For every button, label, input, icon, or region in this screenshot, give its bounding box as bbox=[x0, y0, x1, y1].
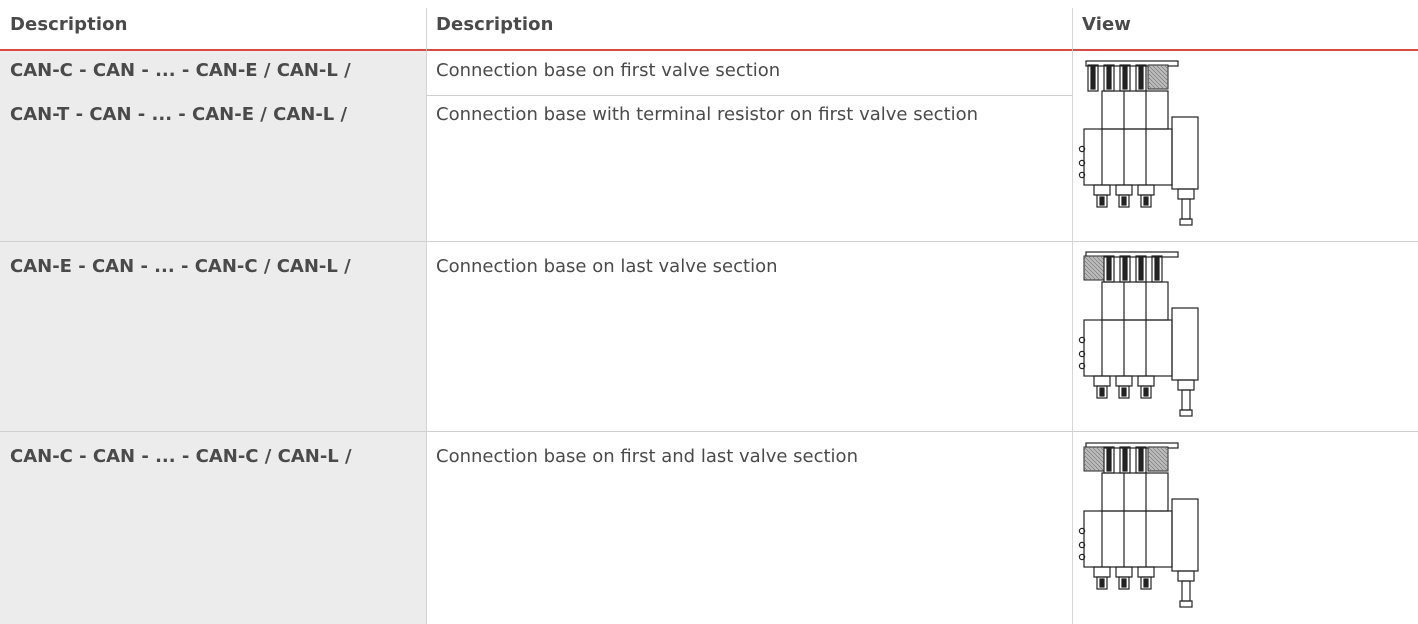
solenoid-cap bbox=[1137, 566, 1155, 578]
solenoid-cap bbox=[1115, 566, 1133, 578]
header-view: View bbox=[1072, 0, 1418, 51]
solenoid-core bbox=[1121, 196, 1127, 206]
header-description-1: Description bbox=[0, 0, 426, 51]
solenoid-cap bbox=[1137, 375, 1155, 387]
column-divider bbox=[1072, 8, 1073, 624]
hatched-connector bbox=[1147, 64, 1169, 90]
connector-pin bbox=[1138, 66, 1144, 90]
solenoid-core bbox=[1121, 578, 1127, 588]
connector-pin bbox=[1122, 66, 1128, 90]
table-row-description: Connection base on last valve section bbox=[436, 256, 778, 277]
solenoid-core bbox=[1099, 196, 1105, 206]
side-nut bbox=[1177, 379, 1195, 391]
description-column-background bbox=[0, 51, 426, 624]
table-row-code: CAN-C - CAN - ... - CAN-C / CAN-L / bbox=[10, 446, 352, 467]
solenoid-core bbox=[1121, 387, 1127, 397]
solenoid-cap bbox=[1115, 184, 1133, 196]
side-nut bbox=[1177, 570, 1195, 582]
connector-pin bbox=[1138, 257, 1144, 281]
valve-block-drawing-3 bbox=[1078, 439, 1214, 619]
table-row-code: CAN-T - CAN - ... - CAN-E / CAN-L / bbox=[10, 104, 348, 125]
table-row-code: CAN-E - CAN - ... - CAN-C / CAN-L / bbox=[10, 256, 351, 277]
lower-body bbox=[1083, 128, 1173, 186]
valve-block-drawing-1 bbox=[1078, 57, 1214, 233]
row-divider bbox=[426, 95, 1072, 96]
header-description-2: Description bbox=[426, 0, 1072, 51]
upper-body bbox=[1101, 90, 1169, 130]
connector-pin bbox=[1154, 257, 1160, 281]
hatched-connector bbox=[1083, 446, 1105, 472]
solenoid-core bbox=[1143, 387, 1149, 397]
side-stem bbox=[1181, 198, 1191, 220]
connector-pin bbox=[1106, 448, 1112, 472]
side-module bbox=[1171, 116, 1199, 190]
side-stem bbox=[1181, 389, 1191, 411]
connector-pin bbox=[1138, 448, 1144, 472]
header-label: Description bbox=[10, 14, 128, 35]
hatched-connector bbox=[1147, 446, 1169, 472]
hatched-connector bbox=[1083, 255, 1105, 281]
side-foot bbox=[1179, 409, 1193, 417]
row-divider bbox=[0, 241, 1418, 242]
side-module bbox=[1171, 307, 1199, 381]
connector-pin bbox=[1106, 257, 1112, 281]
lower-body bbox=[1083, 319, 1173, 377]
solenoid-cap bbox=[1093, 375, 1111, 387]
valve-block-icon bbox=[1078, 60, 1199, 226]
table-row-description: Connection base with terminal resistor o… bbox=[436, 104, 979, 125]
connector-pin bbox=[1106, 66, 1112, 90]
upper-body bbox=[1101, 472, 1169, 512]
connector-pin bbox=[1090, 66, 1096, 90]
side-nut bbox=[1177, 188, 1195, 200]
side-foot bbox=[1179, 600, 1193, 608]
upper-body bbox=[1101, 281, 1169, 321]
solenoid-cap bbox=[1093, 566, 1111, 578]
connection-base-table: Description Description View CAN-C - CAN… bbox=[0, 0, 1418, 624]
connector-pin bbox=[1122, 448, 1128, 472]
side-module bbox=[1171, 498, 1199, 572]
column-divider bbox=[426, 8, 427, 624]
lower-body bbox=[1083, 510, 1173, 568]
solenoid-cap bbox=[1093, 184, 1111, 196]
side-foot bbox=[1179, 218, 1193, 226]
solenoid-cap bbox=[1115, 375, 1133, 387]
table-row-description: Connection base on first valve section bbox=[436, 60, 781, 81]
solenoid-core bbox=[1143, 578, 1149, 588]
solenoid-core bbox=[1099, 578, 1105, 588]
table-row-description: Connection base on first and last valve … bbox=[436, 446, 858, 467]
header-label: View bbox=[1082, 14, 1132, 35]
table-row-code: CAN-C - CAN - ... - CAN-E / CAN-L / bbox=[10, 60, 351, 81]
connector-pin bbox=[1122, 257, 1128, 281]
solenoid-core bbox=[1143, 196, 1149, 206]
valve-block-icon bbox=[1078, 442, 1199, 608]
solenoid-core bbox=[1099, 387, 1105, 397]
valve-block-icon bbox=[1078, 251, 1199, 417]
solenoid-cap bbox=[1137, 184, 1155, 196]
valve-block-drawing-2 bbox=[1078, 248, 1214, 426]
row-divider bbox=[0, 431, 1418, 432]
header-label: Description bbox=[436, 14, 554, 35]
side-stem bbox=[1181, 580, 1191, 602]
